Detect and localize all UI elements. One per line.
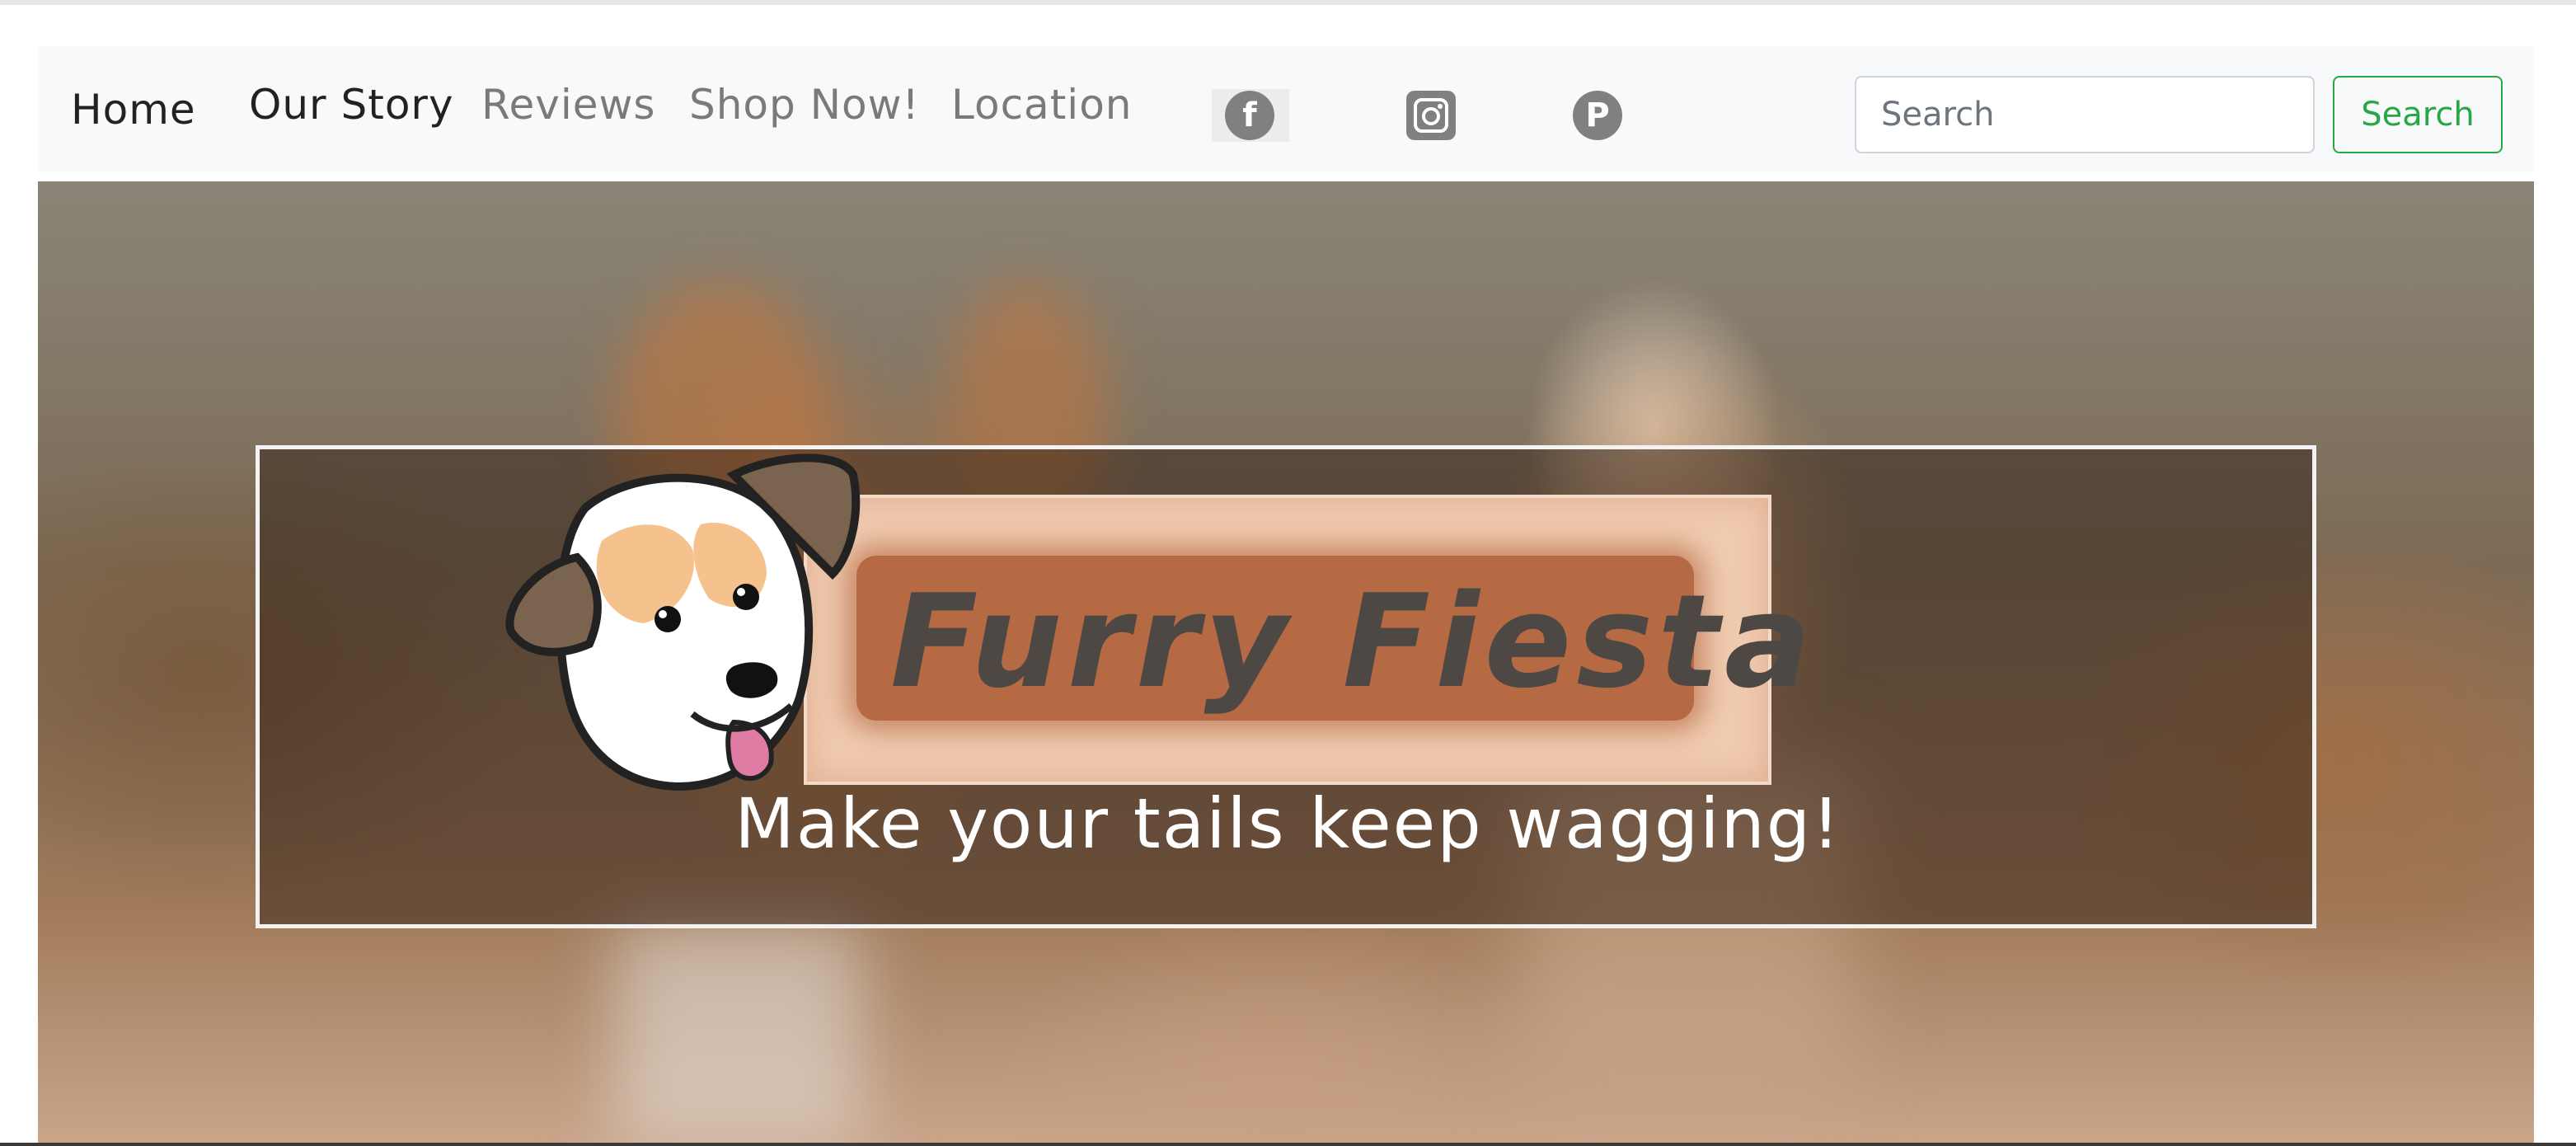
nav-link-home[interactable]: Home — [71, 86, 196, 134]
nav-link-reviews[interactable]: Reviews — [481, 81, 655, 129]
facebook-link[interactable]: f — [1212, 89, 1289, 142]
nav-link-shop-now[interactable]: Shop Now! — [689, 81, 920, 129]
hero-blur-paw — [615, 923, 862, 1146]
navbar: Home Our Story Reviews Shop Now! Locatio… — [38, 46, 2534, 171]
hero-tagline: Make your tails keep wagging! — [734, 783, 1842, 864]
search-input[interactable] — [1855, 76, 2315, 153]
pinterest-icon[interactable]: P — [1573, 91, 1622, 140]
brand-name: Furry Fiesta — [890, 566, 1817, 716]
facebook-icon: f — [1225, 91, 1274, 140]
dog-logo-icon — [505, 453, 861, 791]
bottom-divider — [0, 1143, 2576, 1146]
instagram-glyph — [1414, 98, 1448, 133]
nav-link-location[interactable]: Location — [951, 81, 1132, 129]
instagram-icon[interactable] — [1406, 91, 1456, 140]
nav-link-our-story[interactable]: Our Story — [249, 81, 454, 129]
top-divider — [0, 0, 2576, 5]
search-button[interactable]: Search — [2333, 76, 2503, 153]
